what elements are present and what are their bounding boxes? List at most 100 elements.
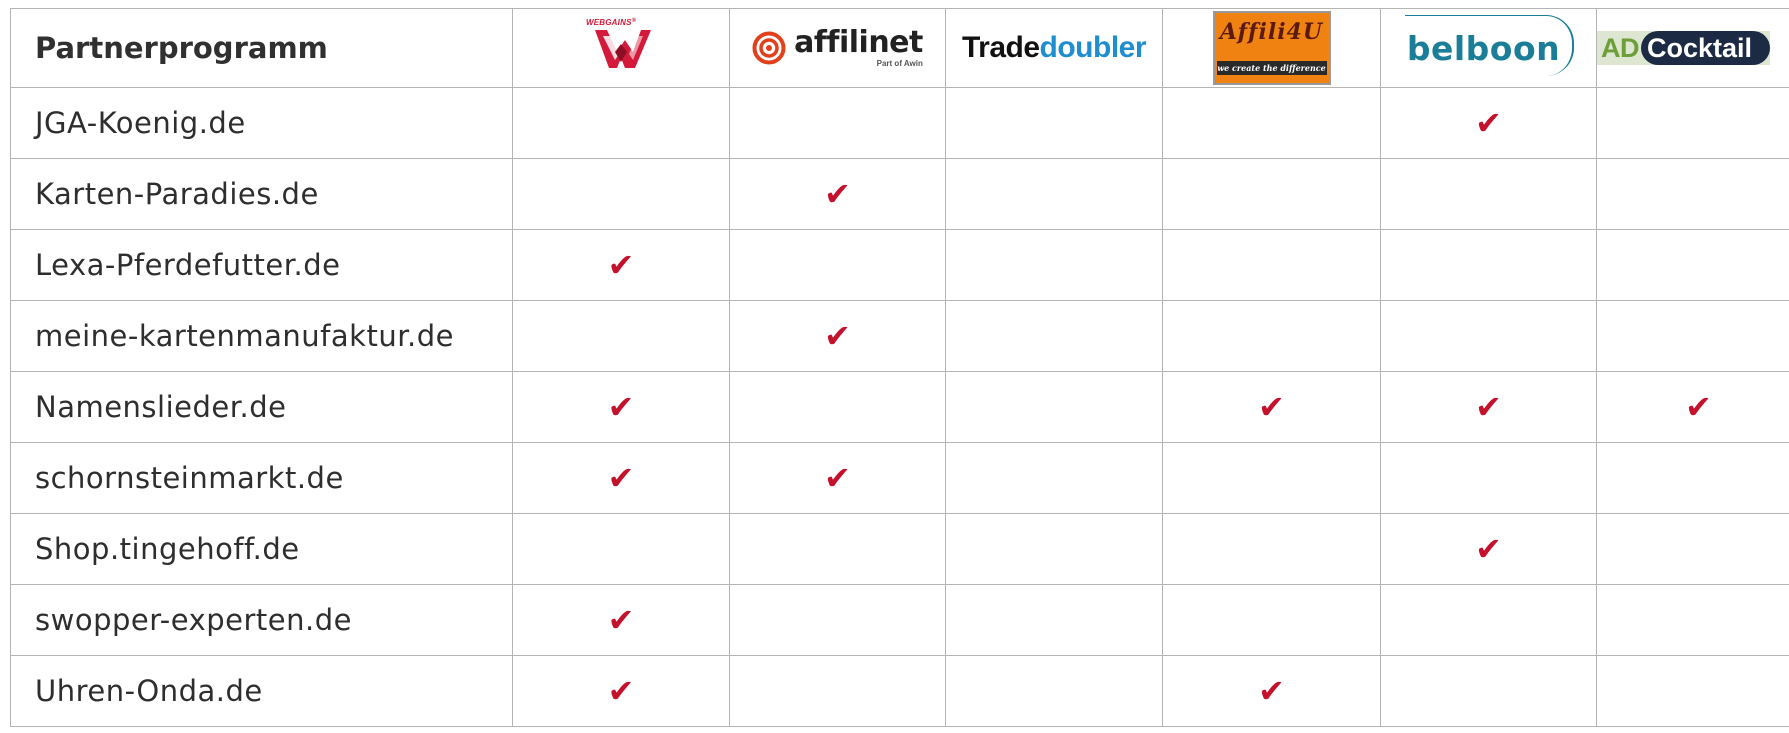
checkmark-icon: ✔ xyxy=(1475,104,1502,142)
cell-affili4u xyxy=(1162,158,1381,230)
partner-program-heading: Partnerprogramm xyxy=(10,8,513,88)
table-header-row: Partnerprogramm WEBGAINS® affilinet Part… xyxy=(10,8,1789,88)
cell-affilinet: ✔ xyxy=(729,158,946,230)
checkmark-icon: ✔ xyxy=(607,388,635,426)
partner-program-table: Partnerprogramm WEBGAINS® affilinet Part… xyxy=(10,8,1789,727)
program-name: swopper-experten.de xyxy=(10,584,513,656)
affilinet-logo: affilinet Part of Awin xyxy=(752,28,923,68)
cell-webgains: ✔ xyxy=(512,442,730,514)
cell-adcocktail xyxy=(1596,158,1789,230)
cell-belboon xyxy=(1380,300,1597,372)
cell-affilinet xyxy=(729,371,946,443)
checkmark-icon: ✔ xyxy=(1258,672,1285,710)
cell-affili4u xyxy=(1162,442,1381,514)
program-name: meine-kartenmanufaktur.de xyxy=(10,300,513,372)
cell-belboon xyxy=(1380,158,1597,230)
belboon-logo: belboon xyxy=(1403,14,1575,76)
table-row: Karten-Paradies.de ✔ xyxy=(10,158,1789,230)
cell-affili4u xyxy=(1162,300,1381,372)
cell-webgains xyxy=(512,87,730,159)
adcocktail-prefix: AD xyxy=(1601,32,1640,63)
affili4u-wordmark: Affili4U xyxy=(1219,19,1324,45)
checkmark-icon: ✔ xyxy=(824,459,851,497)
table-body: JGA-Koenig.de ✔ Karten-Paradies.de ✔ Lexa-Pf… xyxy=(10,87,1789,727)
program-name: schornsteinmarkt.de xyxy=(10,442,513,514)
affili4u-logo: Affili4U we create the difference xyxy=(1212,11,1331,85)
cell-tradedoubler xyxy=(945,655,1163,727)
checkmark-icon: ✔ xyxy=(1475,530,1502,568)
checkmark-icon: ✔ xyxy=(607,459,635,497)
cell-adcocktail xyxy=(1596,87,1789,159)
cell-tradedoubler xyxy=(945,584,1163,656)
tradedoubler-wordmark-part2: doubler xyxy=(1039,31,1147,64)
cell-affilinet xyxy=(729,229,946,301)
cell-adcocktail xyxy=(1596,300,1789,372)
cell-adcocktail xyxy=(1596,655,1789,727)
cell-webgains: ✔ xyxy=(512,229,730,301)
network-header-affilinet: affilinet Part of Awin xyxy=(729,8,946,88)
table-row: Lexa-Pferdefutter.de ✔ xyxy=(10,229,1789,301)
checkmark-icon: ✔ xyxy=(607,246,635,284)
cell-tradedoubler xyxy=(945,229,1163,301)
program-name: Karten-Paradies.de xyxy=(10,158,513,230)
cell-belboon xyxy=(1380,655,1597,727)
network-header-webgains: WEBGAINS® xyxy=(512,8,730,88)
cell-affili4u xyxy=(1162,584,1381,656)
tradedoubler-wordmark-part1: Trade xyxy=(961,31,1040,64)
cell-affilinet xyxy=(729,513,946,585)
checkmark-icon: ✔ xyxy=(1258,388,1285,426)
cell-tradedoubler xyxy=(945,300,1163,372)
cell-webgains: ✔ xyxy=(512,655,730,727)
cell-affili4u: ✔ xyxy=(1162,655,1381,727)
webgains-logo: WEBGAINS® xyxy=(581,18,661,78)
cell-affili4u xyxy=(1162,513,1381,585)
checkmark-icon: ✔ xyxy=(607,601,635,639)
affili4u-tagline: we create the difference xyxy=(1216,61,1327,75)
cell-webgains xyxy=(512,300,730,372)
program-name: Shop.tingehoff.de xyxy=(10,513,513,585)
cell-belboon xyxy=(1380,442,1597,514)
program-name: JGA-Koenig.de xyxy=(10,87,513,159)
belboon-wordmark: belboon xyxy=(1406,28,1561,68)
cell-belboon: ✔ xyxy=(1380,87,1597,159)
cell-adcocktail xyxy=(1596,229,1789,301)
target-rings-icon xyxy=(752,31,786,65)
affilinet-subtitle: Part of Awin xyxy=(876,59,923,68)
cell-adcocktail xyxy=(1596,442,1789,514)
adcocktail-logo: AD Cocktail xyxy=(1597,31,1771,65)
cell-belboon: ✔ xyxy=(1380,513,1597,585)
cell-webgains xyxy=(512,513,730,585)
checkmark-icon: ✔ xyxy=(1685,388,1712,426)
table-row: meine-kartenmanufaktur.de ✔ xyxy=(10,300,1789,372)
cell-webgains xyxy=(512,158,730,230)
table-row: swopper-experten.de ✔ xyxy=(10,584,1789,656)
program-name: Lexa-Pferdefutter.de xyxy=(10,229,513,301)
cell-webgains: ✔ xyxy=(512,371,730,443)
webgains-w-logo-icon xyxy=(595,30,651,68)
cell-tradedoubler xyxy=(945,371,1163,443)
network-header-affili4u: Affili4U we create the difference xyxy=(1162,8,1381,88)
table-row: Namenslieder.de ✔ ✔ ✔ ✔ xyxy=(10,371,1789,443)
checkmark-icon: ✔ xyxy=(824,317,851,355)
cell-tradedoubler xyxy=(945,442,1163,514)
adcocktail-wordmark: Cocktail xyxy=(1641,31,1771,65)
network-header-adcocktail: AD Cocktail xyxy=(1596,8,1789,88)
cell-adcocktail xyxy=(1596,513,1789,585)
network-header-belboon: belboon xyxy=(1380,8,1597,88)
program-name: Uhren-Onda.de xyxy=(10,655,513,727)
cell-tradedoubler xyxy=(945,158,1163,230)
cell-webgains: ✔ xyxy=(512,584,730,656)
table-row: Shop.tingehoff.de ✔ xyxy=(10,513,1789,585)
cell-affilinet: ✔ xyxy=(729,442,946,514)
cell-affili4u: ✔ xyxy=(1162,371,1381,443)
checkmark-icon: ✔ xyxy=(824,175,851,213)
table-row: Uhren-Onda.de ✔ ✔ xyxy=(10,655,1789,727)
cell-affili4u xyxy=(1162,229,1381,301)
cell-belboon: ✔ xyxy=(1380,371,1597,443)
program-name: Namenslieder.de xyxy=(10,371,513,443)
partner-program-table-container: Partnerprogramm WEBGAINS® affilinet Part… xyxy=(10,8,1789,733)
table-row: JGA-Koenig.de ✔ xyxy=(10,87,1789,159)
tradedoubler-logo: Tradedoubler xyxy=(961,31,1147,65)
cell-adcocktail xyxy=(1596,584,1789,656)
cell-tradedoubler xyxy=(945,513,1163,585)
